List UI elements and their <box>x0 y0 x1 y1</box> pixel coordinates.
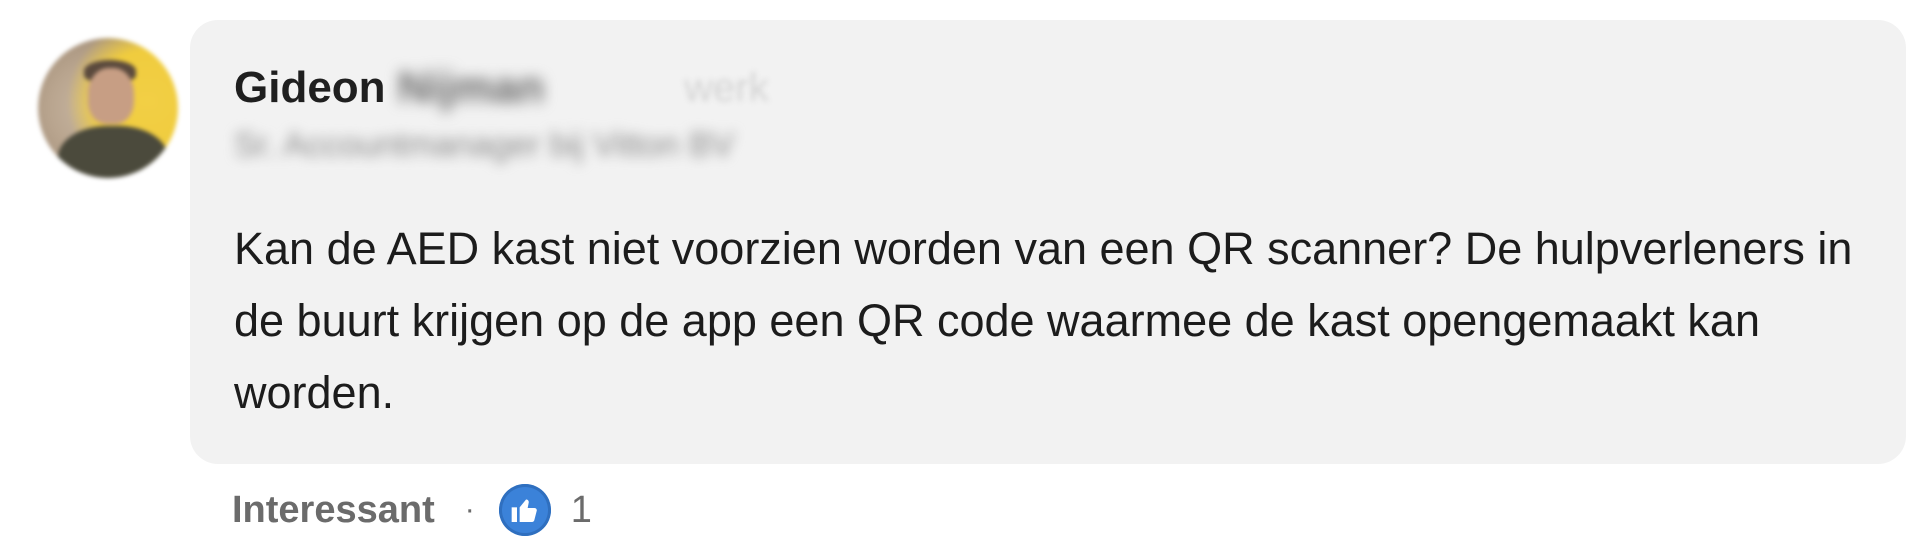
thumbs-up-icon[interactable] <box>498 484 551 536</box>
reaction-count[interactable]: 1 <box>571 489 592 532</box>
reaction-button[interactable]: Interessant <box>232 489 435 532</box>
comment-actions: Interessant · 1 <box>232 480 592 540</box>
avatar[interactable] <box>38 38 178 178</box>
avatar-face <box>88 68 134 124</box>
author-extra-text: werk <box>684 65 769 110</box>
separator-dot: · <box>464 493 475 526</box>
comment-item: Gideon Nijman werk Sr. Accountmanager bi… <box>0 0 1932 548</box>
comment-bubble: Gideon Nijman werk Sr. Accountmanager bi… <box>190 20 1906 464</box>
author-headline: Sr. Accountmanager bij Vitton BV <box>234 126 735 164</box>
comment-text: Kan de AED kast niet voorzien worden van… <box>234 223 1853 418</box>
author-row: Gideon Nijman werk <box>234 58 769 118</box>
author-first-name[interactable]: Gideon <box>234 63 386 113</box>
author-last-name[interactable]: Nijman <box>398 63 545 113</box>
avatar-body <box>58 126 168 178</box>
thumbs-up-glyph <box>511 499 537 522</box>
